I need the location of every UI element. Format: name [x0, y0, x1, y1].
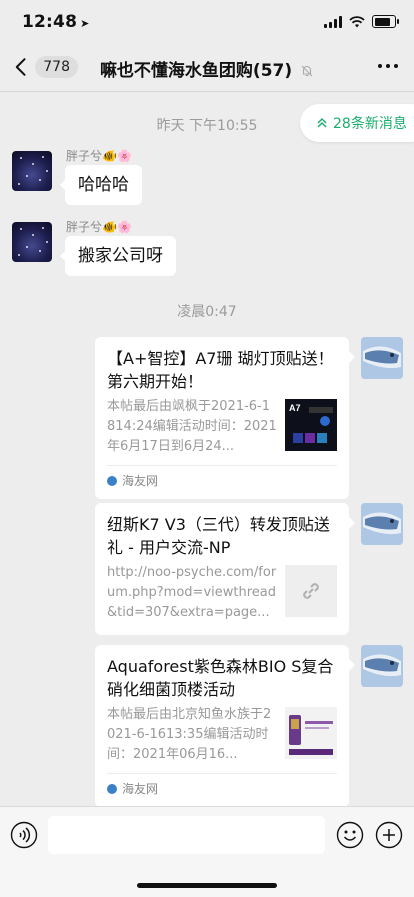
avatar[interactable] [12, 151, 52, 191]
avatar[interactable] [361, 503, 403, 545]
thumb-text: A7 [289, 403, 301, 413]
more-options-button[interactable] [378, 64, 398, 68]
home-indicator [137, 883, 277, 888]
card-description: 本帖最后由北京知鱼水族于2021-6-1613:35编辑活动时间：2021年06… [107, 707, 272, 762]
wifi-icon [349, 15, 365, 27]
fish-icon [361, 337, 403, 379]
card-thumbnail [285, 707, 337, 759]
avatar[interactable] [12, 222, 52, 262]
mute-bell-icon [301, 65, 313, 77]
avatar[interactable] [361, 337, 403, 379]
link-icon [303, 583, 319, 599]
card-source: 海友网 [122, 474, 159, 488]
sender-name: 胖子兮🐠🌸 [66, 149, 132, 163]
source-icon [107, 475, 117, 486]
card-title: 【A+智控】A7珊 瑚灯顶贴送！第六期开始！ [107, 349, 334, 391]
link-card[interactable]: 【A+智控】A7珊 瑚灯顶贴送！第六期开始！ 本帖最后由飒枫于2021-6-18… [95, 337, 355, 499]
nav-divider [0, 91, 414, 92]
card-source: 海友网 [122, 782, 159, 796]
voice-input-icon[interactable] [10, 821, 38, 849]
message-text: 搬家公司呀 [78, 246, 163, 266]
source-icon [107, 783, 117, 794]
fish-icon [361, 645, 403, 687]
cellular-signal-icon [324, 15, 342, 28]
timestamp: 凌晨0:47 [177, 304, 237, 320]
card-title: 纽斯K7 V3（三代）转发顶贴送礼 - 用户交流-NP [107, 515, 330, 557]
card-description: 本帖最后由飒枫于2021-6-1814:24编辑活动时间：2021年6月17日到… [107, 399, 277, 454]
card-description: http://noo-psyche.com/forum.php?mod=view… [107, 565, 277, 620]
message-bubble[interactable]: 哈哈哈 [60, 165, 142, 205]
chat-title: 嘛也不懂海水鱼团购(57) [0, 56, 414, 81]
emoji-icon[interactable] [336, 821, 364, 849]
sender-name: 胖子兮🐠🌸 [66, 220, 132, 234]
chat-title-text: 嘛也不懂海水鱼团购(57) [99, 61, 293, 81]
message-input[interactable] [48, 816, 325, 854]
nav-bar: 778 嘛也不懂海水鱼团购(57) [0, 44, 414, 90]
location-arrow-icon: ➤ [80, 17, 90, 30]
card-title: Aquaforest紫色森林BIO S复合硝化细菌顶楼活动 [107, 657, 334, 699]
link-thumbnail [285, 565, 337, 617]
battery-icon [372, 15, 399, 28]
message-text: 哈哈哈 [78, 175, 129, 195]
link-card[interactable]: Aquaforest紫色森林BIO S复合硝化细菌顶楼活动 本帖最后由北京知鱼水… [95, 645, 355, 807]
avatar[interactable] [361, 645, 403, 687]
status-time: 12:48 ➤ [22, 12, 90, 32]
status-bar: 12:48 ➤ [0, 0, 414, 44]
timestamp: 昨天 下午10:55 [156, 118, 258, 134]
plus-icon[interactable] [375, 821, 403, 849]
fish-icon [361, 503, 403, 545]
card-thumbnail: A7 [285, 399, 337, 451]
message-bubble[interactable]: 搬家公司呀 [60, 236, 176, 276]
link-card[interactable]: 纽斯K7 V3（三代）转发顶贴送礼 - 用户交流-NP http://noo-p… [95, 503, 355, 635]
